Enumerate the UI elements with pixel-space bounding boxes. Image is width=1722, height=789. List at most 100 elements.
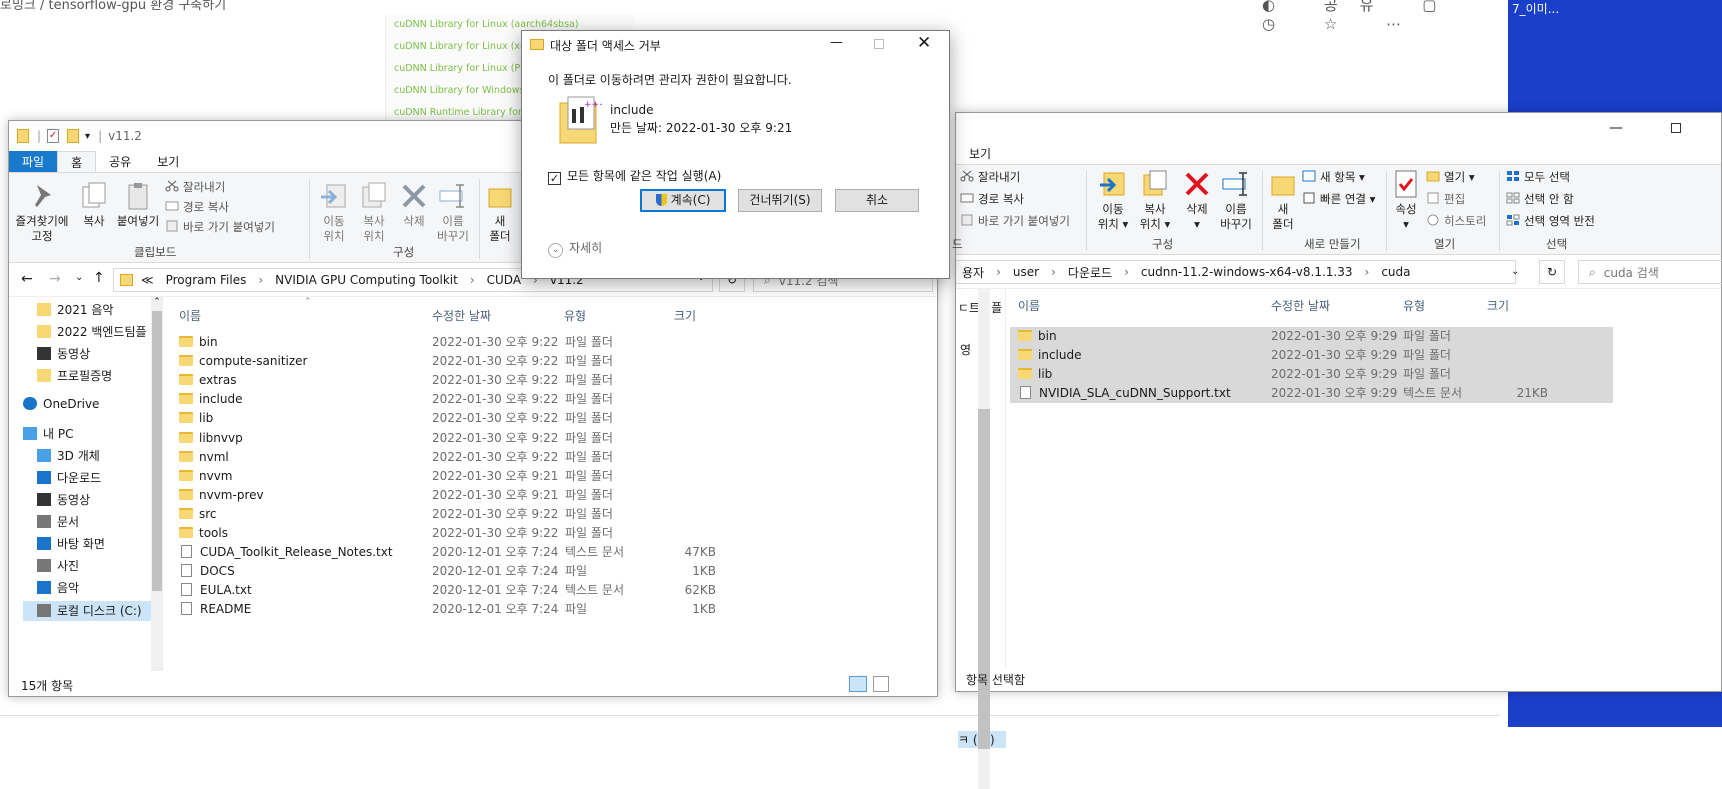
open-button[interactable]: 열기 ▾ bbox=[1426, 169, 1475, 185]
scroll-up-icon[interactable]: ⌃ bbox=[151, 297, 163, 307]
close-icon[interactable]: ✕ bbox=[917, 33, 931, 53]
file-row[interactable]: include 2022-01-30 오후 9:22 파일 폴더 bbox=[171, 390, 771, 409]
file-row[interactable]: bin 2022-01-30 오후 9:29 파일 폴더 bbox=[1010, 327, 1613, 346]
move-to-button[interactable]: 이동 위치 bbox=[315, 181, 353, 244]
cancel-button[interactable]: 취소 bbox=[835, 189, 919, 212]
details-toggle[interactable]: ⌄ 자세히 bbox=[548, 239, 602, 258]
blog-breadcrumb[interactable]: 로밍크 / tensorflow-gpu 환경 구축하기 bbox=[0, 0, 226, 13]
details-view-icon[interactable] bbox=[849, 676, 867, 692]
quick-access-dropdown-icon[interactable]: ▾ bbox=[85, 131, 90, 142]
continue-button[interactable]: 계속(C) bbox=[640, 189, 726, 212]
search-input[interactable]: ⌕ cuda 검색 bbox=[1578, 260, 1722, 284]
column-name[interactable]: 이름 bbox=[179, 307, 201, 324]
file-row[interactable]: lib 2022-01-30 오후 9:29 파일 폴더 bbox=[1010, 365, 1613, 385]
rename-button[interactable]: 이름 바꾸기 bbox=[433, 181, 473, 244]
move-to-button[interactable]: 이동 위치 ▾ bbox=[1094, 169, 1132, 232]
file-row[interactable]: nvml 2022-01-30 오후 9:22 파일 폴더 bbox=[171, 448, 771, 467]
apply-to-all-checkbox[interactable]: ✓ 모든 항목에 같은 작업 실행(A) bbox=[548, 167, 721, 185]
tab-view[interactable]: 보기 bbox=[144, 151, 192, 172]
delete-button[interactable]: 삭제 ▾ bbox=[1180, 169, 1214, 232]
select-all-button[interactable]: 모두 선택 bbox=[1506, 169, 1570, 185]
maximize-icon[interactable] bbox=[1671, 123, 1681, 133]
recent-dropdown-icon[interactable]: ⌄ bbox=[75, 272, 83, 283]
tab-home[interactable]: 홈 bbox=[57, 151, 97, 172]
properties-button[interactable]: 속성 ▾ bbox=[1390, 169, 1422, 232]
nav-item[interactable]: 2022 백엔드팀플 bbox=[37, 323, 147, 340]
tab-share[interactable]: 공유 bbox=[96, 151, 144, 172]
history-button[interactable]: 히스토리 bbox=[1426, 213, 1486, 229]
tab-view[interactable]: 보기 bbox=[956, 143, 1004, 164]
nav-scrollbar[interactable]: ⌃ bbox=[151, 297, 163, 671]
cut-button[interactable]: 잘라내기 bbox=[960, 169, 1020, 185]
column-size[interactable]: 크기 bbox=[674, 307, 696, 324]
copy-button[interactable]: 복사 bbox=[79, 181, 109, 229]
new-folder-quick-icon[interactable] bbox=[67, 129, 80, 143]
file-row[interactable]: libnvvp 2022-01-30 오후 9:22 파일 폴더 bbox=[171, 429, 771, 448]
paste-shortcut-button[interactable]: 바로 가기 붙여넣기 bbox=[960, 213, 1070, 229]
column-type[interactable]: 유형 bbox=[1403, 297, 1425, 314]
nav-item[interactable]: 바탕 화면 bbox=[37, 535, 105, 552]
file-row[interactable]: EULA.txt 2020-12-01 오후 7:24 텍스트 문서 62KB bbox=[171, 581, 771, 600]
column-date[interactable]: 수정한 날짜 bbox=[432, 307, 491, 324]
tab-file[interactable]: 파일 bbox=[9, 151, 58, 172]
refresh-icon[interactable]: ↻ bbox=[1539, 260, 1565, 284]
easy-access-button[interactable]: 빠른 연결 ▾ bbox=[1302, 191, 1375, 207]
large-icons-view-icon[interactable] bbox=[873, 676, 889, 692]
select-none-button[interactable]: 선택 안 함 bbox=[1506, 191, 1574, 207]
nav-item[interactable]: 동영상 bbox=[37, 345, 90, 362]
file-row[interactable]: tools 2022-01-30 오후 9:22 파일 폴더 bbox=[171, 524, 771, 543]
nav-item[interactable]: 동영상 bbox=[37, 491, 90, 508]
new-folder-button[interactable]: 새 폴더 bbox=[1268, 169, 1298, 232]
nav-item[interactable]: 로컬 디스크 (C:) bbox=[23, 601, 157, 621]
copy-path-button[interactable]: 경로 복사 bbox=[960, 191, 1024, 207]
delete-button[interactable]: 삭제 bbox=[397, 181, 431, 229]
file-row[interactable]: DOCS 2020-12-01 오후 7:24 파일 1KB bbox=[171, 562, 771, 581]
invert-selection-button[interactable]: 선택 영역 반전 bbox=[1506, 213, 1595, 229]
properties-check-icon[interactable]: ✓ bbox=[47, 129, 60, 143]
nav-item[interactable]: 음악 bbox=[37, 579, 79, 596]
new-item-button[interactable]: 새 항목 ▾ bbox=[1302, 169, 1365, 185]
file-row[interactable]: nvvm-prev 2022-01-30 오후 9:21 파일 폴더 bbox=[171, 486, 771, 505]
minimize-icon[interactable]: — bbox=[830, 35, 843, 50]
forward-arrow-icon[interactable]: → bbox=[49, 271, 61, 287]
address-dropdown-icon[interactable]: ⌄ bbox=[1511, 266, 1519, 277]
file-row[interactable]: NVIDIA_SLA_cuDNN_Support.txt 2022-01-30 오… bbox=[1010, 384, 1613, 404]
nav-item[interactable]: 2021 음악 bbox=[37, 301, 113, 318]
maximize-icon[interactable] bbox=[874, 39, 884, 49]
nav-item[interactable]: 영 bbox=[960, 341, 971, 358]
skip-button[interactable]: 건너뛰기(S) bbox=[738, 189, 822, 212]
file-row[interactable]: src 2022-01-30 오후 9:22 파일 폴더 bbox=[171, 505, 771, 524]
column-type[interactable]: 유형 bbox=[564, 307, 586, 324]
nav-item[interactable]: 사진 bbox=[37, 557, 79, 574]
file-row[interactable]: CUDA_Toolkit_Release_Notes.txt 2020-12-01… bbox=[171, 543, 771, 562]
copy-path-button[interactable]: 경로 복사 bbox=[165, 199, 229, 215]
minimize-icon[interactable]: — bbox=[1609, 120, 1623, 136]
nav-item[interactable]: 다운로드 bbox=[37, 469, 101, 486]
nav-item[interactable]: 내 PC bbox=[23, 425, 73, 442]
nav-item[interactable]: 문서 bbox=[37, 513, 79, 530]
column-size[interactable]: 크기 bbox=[1487, 297, 1509, 314]
cut-button[interactable]: 잘라내기 bbox=[165, 179, 225, 195]
nav-item[interactable]: 3D 개체 bbox=[37, 447, 100, 464]
file-row[interactable]: README 2020-12-01 오후 7:24 파일 1KB bbox=[171, 600, 771, 619]
address-bar[interactable]: 용자 › user › 다운로드 › cudnn-11.2-windows-x6… bbox=[956, 260, 1516, 284]
file-row[interactable]: nvvm 2022-01-30 오후 9:21 파일 폴더 bbox=[171, 467, 771, 486]
pin-to-quick-access-button[interactable]: 즐겨찾기에 고정 bbox=[13, 181, 71, 244]
copy-to-button[interactable]: 복사 위치 ▾ bbox=[1136, 169, 1174, 232]
file-row[interactable]: include 2022-01-30 오후 9:29 파일 폴더 bbox=[1010, 346, 1613, 366]
scrollbar[interactable] bbox=[978, 289, 990, 789]
column-name[interactable]: 이름 bbox=[1018, 297, 1040, 314]
desktop-icon-label[interactable]: 7_이미... bbox=[1512, 0, 1559, 17]
paste-button[interactable]: 붙여넣기 bbox=[115, 181, 161, 229]
edit-button[interactable]: 편집 bbox=[1426, 191, 1465, 207]
nav-item[interactable]: OneDrive bbox=[23, 397, 99, 411]
up-arrow-icon[interactable]: ↑ bbox=[93, 270, 105, 286]
nav-item[interactable]: 프로필증명 bbox=[37, 367, 112, 384]
browser-toolbar-icons[interactable]: ◐ 공유 ▢ ◷ ☆ ⋯ bbox=[1262, 0, 1500, 33]
file-row[interactable]: extras 2022-01-30 오후 9:22 파일 폴더 bbox=[171, 371, 771, 390]
column-date[interactable]: 수정한 날짜 bbox=[1271, 297, 1330, 314]
file-row[interactable]: compute-sanitizer 2022-01-30 오후 9:22 파일 폴더 bbox=[171, 352, 771, 371]
file-row[interactable]: lib 2022-01-30 오후 9:22 파일 폴더 bbox=[171, 409, 771, 428]
scroll-thumb[interactable] bbox=[152, 311, 162, 591]
file-row[interactable]: bin 2022-01-30 오후 9:22 파일 폴더 bbox=[171, 333, 771, 352]
